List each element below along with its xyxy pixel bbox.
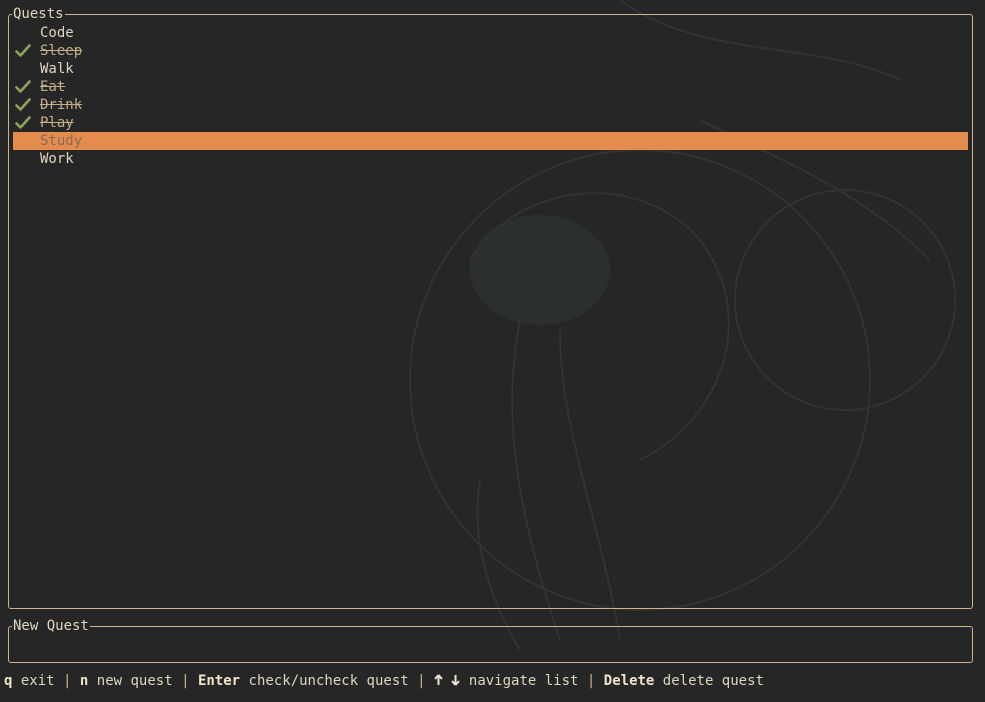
arrow-up-icon	[434, 674, 443, 685]
separator: |	[181, 673, 190, 689]
quest-label: Walk	[40, 61, 74, 77]
checkmark-icon	[15, 44, 31, 57]
quests-panel-title: Quests	[12, 6, 65, 22]
separator: |	[63, 673, 72, 689]
quest-label: Sleep	[40, 43, 83, 59]
quest-label: Eat	[40, 79, 66, 95]
check-uncheck-label: check/uncheck quest	[248, 673, 409, 689]
new-quest-panel: New Quest	[8, 618, 973, 663]
checkmark-icon	[15, 98, 31, 111]
arrow-down-icon	[451, 675, 461, 686]
new-quest-label: new quest	[96, 673, 173, 689]
quest-label: Play	[40, 115, 74, 131]
quests-panel: Quests Code Sleep Walk Eat Drink Play Study Wor…	[8, 6, 973, 609]
navigate-list-label: navigate list	[468, 673, 579, 689]
new-quest-input[interactable]	[15, 635, 955, 655]
separator: |	[417, 673, 426, 689]
quest-item[interactable]: Walk	[13, 60, 968, 78]
quest-item[interactable]: Eat	[13, 78, 968, 96]
new-quest-key: n	[79, 673, 89, 689]
quest-label: Code	[40, 25, 74, 41]
quest-item[interactable]: Sleep	[13, 42, 968, 60]
checkmark-icon	[15, 80, 31, 93]
exit-label: exit	[20, 673, 55, 689]
quest-item[interactable]: Study	[13, 132, 968, 150]
quest-item[interactable]: Code	[13, 24, 968, 42]
delete-key: Delete	[603, 673, 655, 689]
quest-label: Work	[40, 151, 74, 167]
separator: |	[586, 673, 596, 689]
new-quest-panel-title: New Quest	[12, 618, 90, 634]
quest-list[interactable]: Code Sleep Walk Eat Drink Play Study Work	[13, 24, 968, 168]
enter-key: Enter	[197, 673, 241, 689]
quest-label: Drink	[40, 97, 83, 113]
quest-label: Study	[40, 133, 83, 149]
quest-item[interactable]: Work	[13, 150, 968, 168]
checkmark-icon	[15, 116, 31, 129]
exit-key: q	[4, 673, 13, 689]
quest-item[interactable]: Play	[13, 114, 968, 132]
quest-item[interactable]: Drink	[13, 96, 968, 114]
help-bar: q exit | n new quest | Enter check/unche…	[4, 671, 764, 691]
delete-quest-label: delete quest	[662, 673, 764, 689]
